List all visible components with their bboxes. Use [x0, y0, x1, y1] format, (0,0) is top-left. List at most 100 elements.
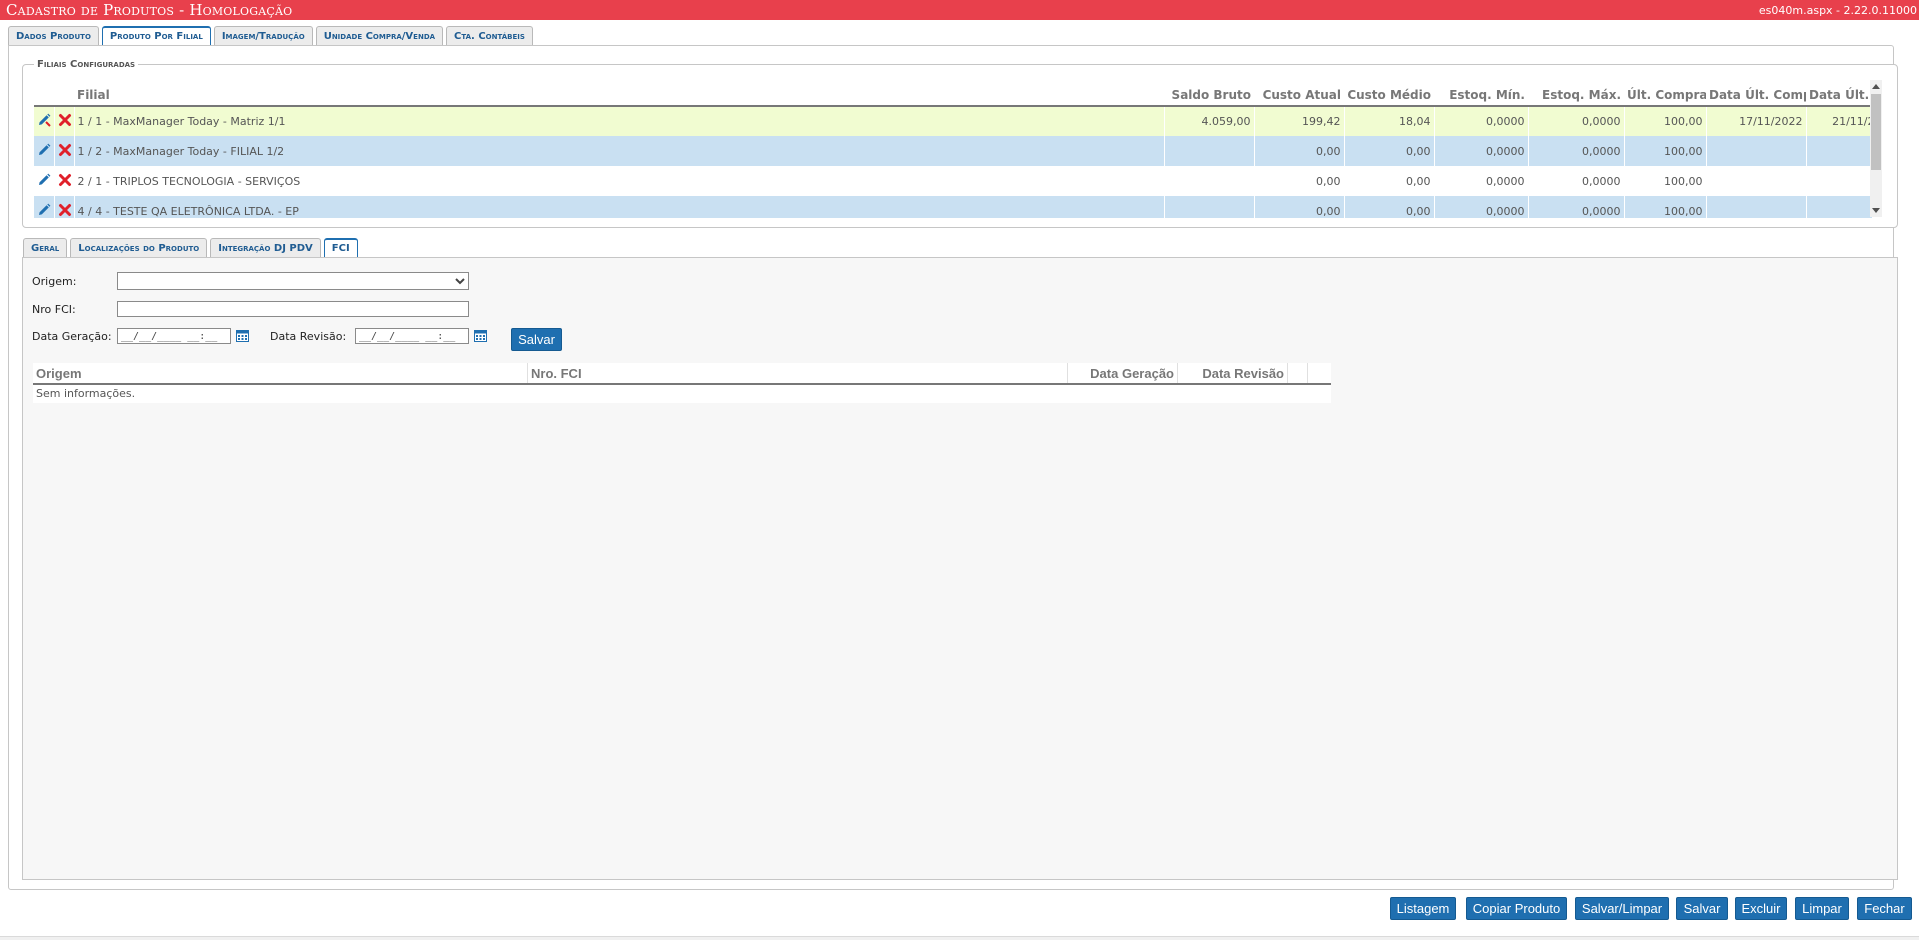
cell-custo-atual: 199,42 — [1254, 106, 1345, 136]
cell-custo-atual: 0,00 — [1254, 136, 1345, 166]
header-ult-compra[interactable]: Últ. Compra — [1624, 84, 1706, 107]
scroll-down-arrow-icon[interactable] — [1872, 208, 1880, 213]
data-geracao-input[interactable] — [117, 328, 231, 344]
fci-header-row: Origem Nro. FCI Data Geração Data Revisã… — [33, 363, 1331, 385]
header-filial[interactable]: Filial — [74, 84, 1164, 107]
filial-row[interactable]: 1 / 2 - MaxManager Today - FILIAL 1/2 0,0… — [34, 136, 1872, 166]
tab-imagem-traducao[interactable]: Imagem/Tradução — [213, 26, 313, 45]
cell-custo-medio: 0,00 — [1344, 196, 1435, 218]
edit-pencil-icon[interactable] — [37, 113, 51, 127]
tab-unidade-compra-venda[interactable]: Unidade Compra/Venda — [315, 26, 444, 45]
cell-data-ult-venda — [1806, 166, 1872, 196]
main-tabs: Dados Produto Produto Por Filial Imagem/… — [8, 26, 533, 45]
delete-x-icon[interactable] — [58, 203, 72, 217]
header-saldo-bruto[interactable]: Saldo Bruto — [1164, 84, 1254, 107]
header-data-ult-venda[interactable]: Data Últ. Venda — [1806, 84, 1872, 107]
cell-ult-compra: 100,00 — [1624, 106, 1707, 136]
title-bar: Cadastro de Produtos - Homologação es040… — [0, 0, 1919, 20]
delete-x-icon[interactable] — [58, 173, 72, 187]
tab-integracao-dj-pdv[interactable]: Integração DJ PDV — [210, 238, 321, 257]
calendar-icon[interactable] — [474, 329, 487, 342]
edit-pencil-icon[interactable] — [37, 173, 51, 187]
salvar-limpar-button[interactable]: Salvar/Limpar — [1575, 897, 1669, 920]
cell-saldo-bruto — [1164, 196, 1255, 218]
cell-estoq-min: 0,0000 — [1434, 196, 1529, 218]
cell-estoq-min: 0,0000 — [1434, 136, 1529, 166]
filiais-legend: Filiais Configuradas — [34, 59, 139, 70]
bottom-border — [0, 936, 1919, 940]
cell-ult-compra: 100,00 — [1624, 166, 1707, 196]
cell-filial: 2 / 1 - TRIPLOS TECNOLOGIA - SERVIÇOS — [74, 166, 1165, 196]
cell-saldo-bruto — [1164, 136, 1255, 166]
cell-custo-medio: 18,04 — [1344, 106, 1435, 136]
delete-cell — [54, 136, 75, 166]
filiais-grid: Filial Saldo Bruto Custo Atual Custo Méd… — [34, 84, 1872, 218]
edit-pencil-icon[interactable] — [37, 203, 51, 217]
data-revisao-input[interactable] — [355, 328, 469, 344]
header-edit-col — [34, 84, 54, 107]
nro-fci-label: Nro FCI: — [32, 303, 76, 316]
fci-header-nro-fci[interactable]: Nro. FCI — [528, 363, 1068, 383]
tab-localizacoes-produto[interactable]: Localizações do Produto — [70, 238, 208, 257]
origem-select[interactable] — [117, 272, 469, 290]
cell-estoq-max: 0,0000 — [1528, 166, 1625, 196]
delete-x-icon[interactable] — [58, 113, 72, 127]
fechar-button[interactable]: Fechar — [1857, 897, 1912, 920]
fci-panel — [22, 257, 1898, 880]
filial-row[interactable]: 1 / 1 - MaxManager Today - Matriz 1/1 4.0… — [34, 106, 1872, 136]
delete-cell — [54, 166, 75, 196]
excluir-button[interactable]: Excluir — [1735, 897, 1787, 920]
cell-filial: 1 / 2 - MaxManager Today - FILIAL 1/2 — [74, 136, 1165, 166]
tab-produto-por-filial[interactable]: Produto Por Filial — [101, 26, 211, 45]
tab-geral[interactable]: Geral — [23, 238, 68, 257]
fci-grid: Origem Nro. FCI Data Geração Data Revisã… — [33, 363, 1331, 403]
window-title: Cadastro de Produtos - Homologação — [6, 1, 293, 19]
cell-filial: 1 / 1 - MaxManager Today - Matriz 1/1 — [74, 106, 1165, 136]
scroll-up-arrow-icon[interactable] — [1872, 84, 1880, 89]
header-custo-atual[interactable]: Custo Atual — [1254, 84, 1344, 107]
tab-cta-contabeis[interactable]: Cta. Contábeis — [446, 26, 533, 45]
cell-data-ult-venda — [1806, 196, 1872, 218]
cell-estoq-min: 0,0000 — [1434, 166, 1529, 196]
cell-custo-medio: 0,00 — [1344, 136, 1435, 166]
cell-estoq-max: 0,0000 — [1528, 196, 1625, 218]
fci-salvar-button[interactable]: Salvar — [511, 328, 562, 351]
edit-pencil-icon[interactable] — [37, 143, 51, 157]
fci-header-data-geracao[interactable]: Data Geração — [1068, 363, 1178, 383]
filial-row[interactable]: 2 / 1 - TRIPLOS TECNOLOGIA - SERVIÇOS 0,0… — [34, 166, 1872, 196]
data-geracao-label: Data Geração: — [32, 330, 112, 343]
delete-cell — [54, 196, 75, 218]
fci-header-spacer — [1288, 363, 1308, 383]
delete-x-icon[interactable] — [58, 143, 72, 157]
edit-cell — [34, 106, 55, 136]
header-estoq-min[interactable]: Estoq. Mín. — [1434, 84, 1528, 107]
cell-filial: 4 / 4 - TESTE QA ELETRÔNICA LTDA. - EP — [74, 196, 1165, 218]
cell-saldo-bruto — [1164, 166, 1255, 196]
header-estoq-max[interactable]: Estoq. Máx. — [1528, 84, 1624, 107]
cell-estoq-max: 0,0000 — [1528, 106, 1625, 136]
cell-data-ult-compra — [1706, 136, 1807, 166]
calendar-icon[interactable] — [236, 329, 249, 342]
cell-custo-atual: 0,00 — [1254, 196, 1345, 218]
tab-dados-produto[interactable]: Dados Produto — [8, 26, 99, 45]
listagem-button[interactable]: Listagem — [1390, 897, 1456, 920]
salvar-button[interactable]: Salvar — [1676, 897, 1728, 920]
nro-fci-input[interactable] — [117, 301, 469, 317]
data-revisao-label: Data Revisão: — [270, 330, 347, 343]
cell-estoq-min: 0,0000 — [1434, 106, 1529, 136]
fci-header-spacer — [1308, 363, 1331, 383]
fci-empty-message: Sem informações. — [33, 385, 1331, 403]
header-custo-medio[interactable]: Custo Médio — [1344, 84, 1434, 107]
copiar-produto-button[interactable]: Copiar Produto — [1466, 897, 1567, 920]
filial-row[interactable]: 4 / 4 - TESTE QA ELETRÔNICA LTDA. - EP 0,… — [34, 196, 1872, 218]
filiais-scrollbar[interactable] — [1870, 80, 1882, 217]
cell-custo-atual: 0,00 — [1254, 166, 1345, 196]
fci-header-origem[interactable]: Origem — [33, 363, 528, 383]
tab-fci[interactable]: FCI — [323, 238, 358, 257]
scroll-thumb[interactable] — [1871, 94, 1881, 170]
cell-ult-compra: 100,00 — [1624, 136, 1707, 166]
limpar-button[interactable]: Limpar — [1795, 897, 1849, 920]
header-data-ult-compra[interactable]: Data Últ. Compra — [1706, 84, 1806, 107]
fci-header-data-revisao[interactable]: Data Revisão — [1178, 363, 1288, 383]
cell-estoq-max: 0,0000 — [1528, 136, 1625, 166]
